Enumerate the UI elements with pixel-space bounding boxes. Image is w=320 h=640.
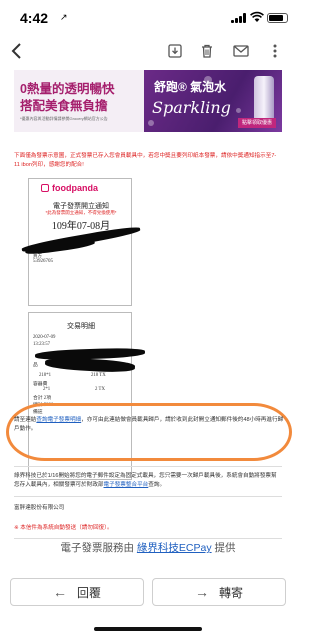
- invoice-preview: foodpanda 電子發票開立通知 *此為發票開立通知，不得兌換使用* 109…: [21, 178, 146, 480]
- archive-download-button[interactable]: [164, 40, 186, 62]
- invoice-link-hint: 請至連結查詢電子發票明細，亦可由此連結做會員載具歸戶，請於收到此封開立通知郵件後…: [14, 416, 284, 434]
- promo-banner[interactable]: 0熱量的透明暢快 搭配美食無負擔 *優惠內容與活動詳情請參閱Grocery網站官…: [14, 70, 282, 132]
- reply-actions: ← 回覆 → 轉寄: [0, 576, 296, 610]
- foodpanda-wordmark: foodpanda: [52, 183, 98, 193]
- cellular-signal-icon: [231, 13, 247, 23]
- forward-arrow-icon: →: [194, 584, 209, 600]
- more-options-button[interactable]: [264, 40, 286, 62]
- chevron-left-icon: [11, 43, 21, 59]
- invoice-buyer-id: 53926705: [33, 259, 53, 264]
- battery-icon: [267, 13, 288, 23]
- mail-icon: [233, 45, 249, 57]
- foodpanda-logo: foodpanda: [41, 183, 98, 193]
- detail-qty-2: 2*1: [43, 387, 51, 392]
- footer-suffix: 提供: [211, 542, 236, 554]
- email-body: 0熱量的透明暢快 搭配美食無負擔 *優惠內容與活動詳情請參閱Grocery網站官…: [0, 68, 296, 568]
- invoice-notice: 下面僅為發票示意圖，正式發票已存入您會員載具中，若您中獎且要列印紙本發票，請依中…: [14, 153, 277, 168]
- email-footer: 電子發票服務由 綠界科技ECPay 提供: [0, 540, 296, 555]
- back-button[interactable]: [6, 40, 28, 62]
- system-note: ※ 本信件為系統自動發送（請勿回復）。: [14, 525, 113, 531]
- forward-button[interactable]: → 轉寄: [152, 578, 286, 606]
- carrier-text-after: 查詢。: [148, 482, 166, 488]
- promo-banner-image: 舒跑® 氣泡水 Sparkling 點擊領取優惠: [144, 70, 282, 132]
- reply-label: 回覆: [76, 585, 101, 600]
- promo-brand-script: Sparkling: [152, 98, 231, 117]
- more-vertical-icon: [273, 44, 277, 58]
- status-time: 4:42: [20, 10, 49, 26]
- download-icon: [168, 44, 182, 58]
- detail-date: 2020-07-09: [33, 335, 56, 340]
- wifi-icon: [250, 11, 264, 22]
- footer-prefix: 電子發票服務由: [60, 542, 137, 554]
- detail-amount-1: 218 TX: [91, 373, 106, 378]
- status-bar: 4:42 ↗: [0, 0, 296, 34]
- invoice-subtitle: *此為發票開立通知，不得兌換使用*: [45, 210, 117, 215]
- forward-label: 轉寄: [218, 585, 243, 600]
- reply-button[interactable]: ← 回覆: [10, 578, 144, 606]
- detail-item-label: 品: [33, 363, 38, 368]
- hint-text-before: 請至連結: [14, 417, 37, 423]
- location-arrow-icon: ↗: [60, 12, 68, 22]
- detail-title: 交易明細: [67, 323, 95, 330]
- company-name: 富胖達股份有限公司: [14, 505, 65, 511]
- divider: [14, 496, 282, 497]
- reply-arrow-icon: ←: [52, 584, 67, 600]
- mark-unread-button[interactable]: [230, 40, 252, 62]
- promo-brand: 舒跑® 氣泡水: [154, 80, 227, 94]
- carrier-paragraph: 綠界科技已於1/16開始將您的電子郵件設定為固定式載具，您只需要一次歸戶載具後，…: [14, 472, 282, 490]
- home-indicator[interactable]: [94, 627, 202, 631]
- divider: [14, 466, 282, 467]
- delete-button[interactable]: [196, 40, 218, 62]
- detail-time: 13:23:57: [33, 342, 51, 347]
- detail-amount-2: 2 TX: [95, 387, 105, 392]
- invoice-detail-link[interactable]: 查詢電子發票明細: [36, 417, 81, 423]
- invoice-card: foodpanda 電子發票開立通知 *此為發票開立通知，不得兌換使用* 109…: [21, 178, 141, 306]
- promo-fine-print: *優惠內容與活動詳情請參閱Grocery網站官方公告: [20, 116, 108, 121]
- promo-cta-button[interactable]: 點擊領取優惠: [238, 118, 277, 128]
- promo-headline-2: 搭配美食無負擔: [20, 99, 108, 113]
- panda-logo-icon: [41, 184, 49, 192]
- redaction-mark: [44, 356, 136, 374]
- detail-fee-label: 容器費: [33, 382, 48, 387]
- divider: [14, 538, 282, 539]
- einvoice-platform-link[interactable]: 電子發票整合平台: [104, 482, 149, 488]
- ecpay-link[interactable]: 綠界科技ECPay: [137, 542, 212, 554]
- trash-icon: [202, 44, 212, 58]
- detail-qty-1: 218*1: [39, 373, 51, 378]
- promo-banner-text-panel: 0熱量的透明暢快 搭配美食無負擔 *優惠內容與活動詳情請參閱Grocery網站官…: [14, 70, 144, 132]
- detail-count: 合計 2項: [33, 396, 51, 401]
- email-toolbar: [0, 34, 296, 68]
